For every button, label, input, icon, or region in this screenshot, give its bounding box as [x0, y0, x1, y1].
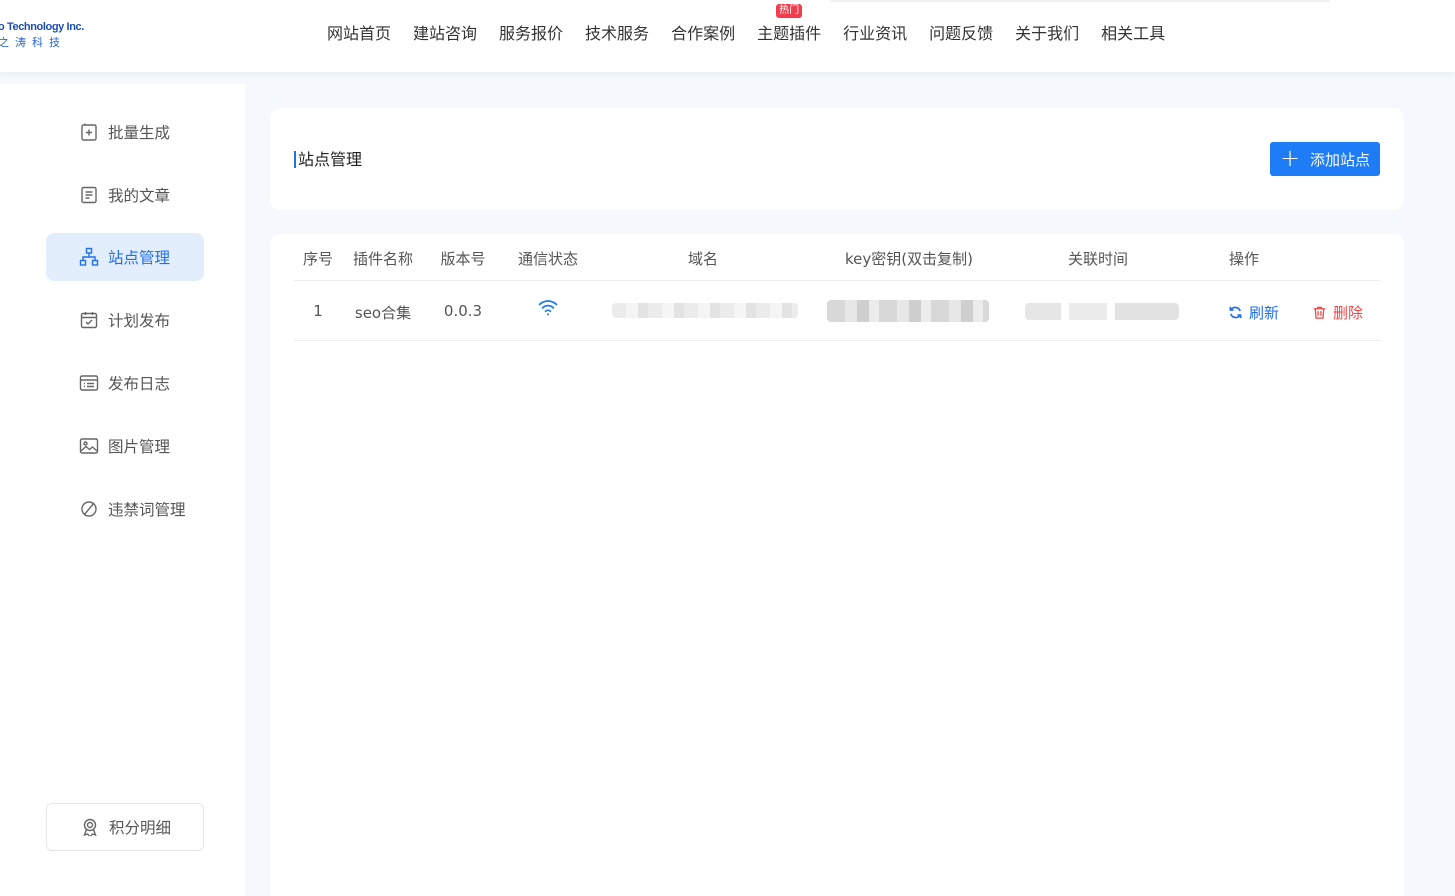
- col-header-key: key密钥(双击复制): [845, 250, 973, 268]
- nav-item-home[interactable]: 网站首页: [316, 0, 402, 68]
- cell-version: 0.0.3: [443, 302, 483, 320]
- sidebar-item-forbidden-words[interactable]: 违禁词管理: [46, 485, 204, 533]
- log-icon: [79, 375, 99, 391]
- sidebar: 批量生成 我的文章 站点管理 计划发布 发布日志 图片管理 违禁词管理 积分明细: [0, 84, 245, 896]
- col-header-linked-time: 关联时间: [1067, 250, 1128, 268]
- top-header: o Technology Inc. 之涛科技 网站首页 建站咨询 服务报价 技术…: [0, 0, 1455, 72]
- hot-badge: 热门: [776, 4, 803, 18]
- col-header-actions: 操作: [1228, 250, 1259, 268]
- cell-plugin: seo合集: [354, 304, 412, 322]
- col-header-version: 版本号: [440, 250, 486, 268]
- calendar-check-icon: [80, 312, 98, 329]
- cell-index: 1: [313, 302, 323, 320]
- nav-label: 服务报价: [499, 24, 564, 43]
- nav-item-pricing[interactable]: 服务报价: [488, 0, 574, 68]
- sidebar-item-label: 站点管理: [108, 249, 171, 267]
- delete-label: 删除: [1333, 304, 1364, 322]
- table-row-divider: [294, 340, 1380, 341]
- refresh-icon: [1229, 306, 1242, 319]
- nav-label: 技术服务: [585, 24, 650, 43]
- col-header-domain: 域名: [687, 250, 718, 268]
- delete-button[interactable]: 删除: [1312, 302, 1363, 323]
- award-icon: [83, 818, 97, 837]
- sidebar-item-scheduled-publish[interactable]: 计划发布: [46, 296, 204, 344]
- col-header-status: 通信状态: [517, 250, 578, 268]
- sidebar-item-publish-log[interactable]: 发布日志: [46, 359, 204, 407]
- cell-key-redacted[interactable]: [827, 300, 989, 322]
- company-logo[interactable]: o Technology Inc. 之涛科技: [0, 21, 88, 50]
- refresh-button[interactable]: 刷新: [1228, 302, 1279, 323]
- points-detail-label: 积分明细: [109, 819, 172, 837]
- main-nav: 网站首页 建站咨询 服务报价 技术服务 合作案例 热门 主题插件 行业资讯 问题…: [316, 0, 1176, 72]
- sitemap-icon: [79, 247, 99, 266]
- sidebar-item-site-management[interactable]: 站点管理: [46, 233, 204, 281]
- nav-label: 网站首页: [327, 24, 392, 43]
- sidebar-item-label: 图片管理: [108, 438, 171, 456]
- sidebar-item-my-articles[interactable]: 我的文章: [46, 171, 204, 219]
- logo-chinese-text: 之涛科技: [0, 37, 66, 49]
- nav-item-consult[interactable]: 建站咨询: [402, 0, 488, 68]
- nav-label: 合作案例: [671, 24, 736, 43]
- cell-linked-time-redacted: [1025, 303, 1179, 320]
- forbidden-icon: [81, 501, 97, 517]
- page-title: 站点管理: [294, 151, 362, 168]
- nav-item-news[interactable]: 行业资讯: [832, 0, 918, 68]
- table-header-divider: [294, 280, 1380, 281]
- col-header-plugin: 插件名称: [352, 250, 413, 268]
- sidebar-item-label: 我的文章: [108, 187, 171, 205]
- nav-item-tech-service[interactable]: 技术服务: [574, 0, 660, 68]
- nav-item-about[interactable]: 关于我们: [1004, 0, 1090, 68]
- title-card: 站点管理 + 添加站点: [270, 108, 1404, 210]
- points-detail-button[interactable]: 积分明细: [46, 803, 204, 851]
- sidebar-item-label: 批量生成: [108, 124, 171, 142]
- cell-domain-redacted[interactable]: [612, 303, 798, 318]
- document-icon: [81, 186, 97, 204]
- refresh-label: 刷新: [1249, 304, 1280, 322]
- image-icon: [79, 438, 99, 454]
- nav-item-tools[interactable]: 相关工具: [1090, 0, 1176, 68]
- sidebar-item-label: 计划发布: [108, 312, 171, 330]
- nav-item-cases[interactable]: 合作案例: [660, 0, 746, 68]
- add-site-button[interactable]: + 添加站点: [1270, 142, 1380, 176]
- logo-english-text: o Technology Inc.: [0, 21, 84, 33]
- nav-label: 行业资讯: [843, 24, 908, 43]
- plus-icon: +: [1279, 143, 1301, 172]
- nav-label: 关于我们: [1015, 24, 1080, 43]
- wifi-icon: [538, 300, 558, 316]
- plus-square-icon: [81, 123, 97, 141]
- trash-icon: [1313, 306, 1326, 319]
- nav-item-plugins[interactable]: 热门 主题插件: [746, 0, 832, 68]
- site-table-card: 序号 插件名称 版本号 通信状态 域名 key密钥(双击复制) 关联时间 操作 …: [270, 234, 1404, 896]
- nav-item-feedback[interactable]: 问题反馈: [918, 0, 1004, 68]
- col-header-index: 序号: [303, 250, 334, 268]
- add-site-label: 添加站点: [1310, 150, 1371, 169]
- sidebar-item-batch-generate[interactable]: 批量生成: [46, 108, 204, 156]
- nav-label: 建站咨询: [413, 24, 478, 43]
- sidebar-item-label: 发布日志: [108, 375, 171, 393]
- sidebar-item-image-management[interactable]: 图片管理: [46, 422, 204, 470]
- nav-label: 主题插件: [757, 24, 822, 43]
- sidebar-item-label: 违禁词管理: [108, 501, 186, 519]
- nav-label: 相关工具: [1101, 24, 1166, 43]
- nav-label: 问题反馈: [929, 24, 994, 43]
